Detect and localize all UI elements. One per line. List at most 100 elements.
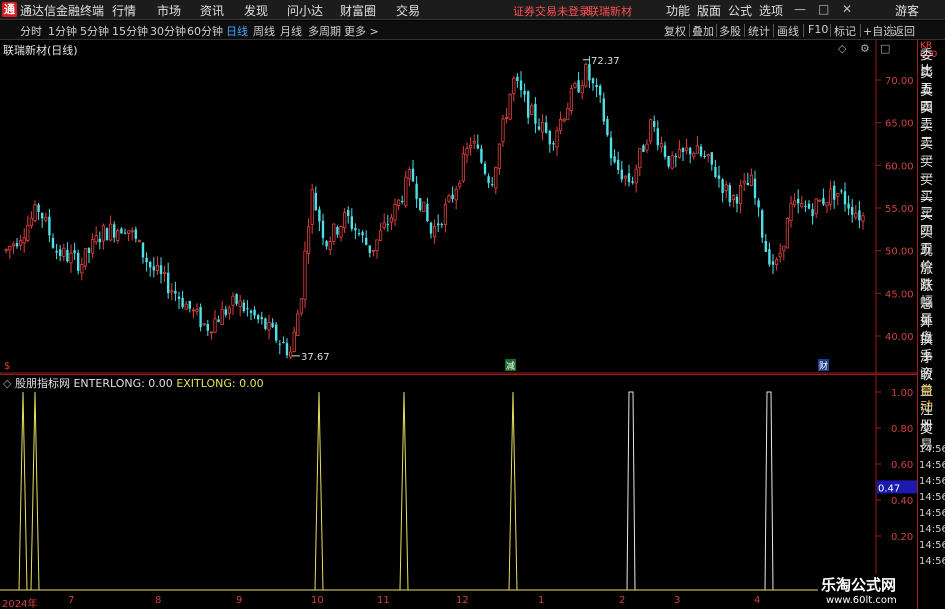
divider (689, 24, 690, 37)
price-label: 70.00 (885, 76, 914, 87)
candle (130, 227, 134, 241)
candle-body (764, 241, 767, 252)
tool-mark[interactable]: 标记 (834, 23, 856, 39)
period-toolbar: 分时 1分钟 5分钟 15分钟 30分钟 60分钟 日线 周线 月线 多周期 更… (0, 21, 945, 40)
candle (177, 291, 181, 310)
candle (217, 315, 220, 323)
period-weekly[interactable]: 周线 (253, 23, 275, 39)
candle-body (55, 250, 58, 253)
candle (667, 155, 670, 169)
candle-body (562, 118, 566, 122)
period-monthly[interactable]: 月线 (280, 23, 302, 39)
user-guest[interactable]: 游客 (895, 2, 919, 19)
period-15min[interactable]: 15分钟 (112, 23, 148, 39)
candle (599, 83, 602, 103)
candle-body (62, 247, 66, 257)
candle (386, 214, 389, 232)
tool-drawline[interactable]: 画线 (777, 23, 799, 39)
candle (213, 309, 217, 334)
tool-overlay[interactable]: 叠加 (692, 23, 714, 39)
candle (267, 314, 271, 340)
maximize-panel-icon[interactable]: □ (880, 42, 890, 55)
candle (659, 136, 664, 153)
menu-market[interactable]: 市场 (157, 2, 181, 19)
candle-body (742, 180, 746, 184)
candle (51, 233, 55, 249)
candle-body (634, 168, 638, 184)
candle-body (818, 199, 822, 202)
candle-body (454, 188, 458, 201)
candle (37, 202, 40, 220)
candle-body (653, 121, 656, 127)
candles-group (4, 55, 865, 360)
candle (527, 90, 530, 125)
settings-diamond-icon[interactable]: ◇ (838, 42, 846, 55)
period-60min[interactable]: 60分钟 (187, 23, 223, 39)
menu-quotes[interactable]: 行情 (112, 2, 136, 19)
tool-stats[interactable]: 统计 (748, 23, 770, 39)
candle (645, 139, 649, 154)
candle (487, 173, 490, 189)
candle-body (793, 200, 797, 206)
tool-f10[interactable]: F10 (808, 23, 828, 36)
candle (649, 118, 653, 145)
watermark-url: www.60lt.com (826, 595, 897, 606)
x-axis-label: 11 (377, 595, 390, 606)
candle-body (342, 212, 347, 229)
candle (275, 321, 278, 344)
candle (797, 189, 800, 214)
candle-body (149, 261, 152, 268)
candle-body (113, 224, 116, 238)
candle (674, 153, 677, 168)
tool-back[interactable]: 返回 (893, 23, 915, 39)
menu-layout[interactable]: 版面 (697, 2, 721, 19)
period-multi[interactable]: 多周期 (308, 23, 341, 39)
period-more[interactable]: 更多 > (344, 23, 379, 39)
candle-body (141, 242, 145, 258)
tool-adjust[interactable]: 复权 (664, 23, 686, 39)
close-icon[interactable]: ✕ (842, 2, 852, 16)
menu-ask[interactable]: 问小达 (287, 2, 323, 19)
indicator-name[interactable]: 股朋指标网 (15, 377, 70, 390)
candle (843, 182, 847, 212)
candle (66, 242, 69, 263)
menu-options[interactable]: 选项 (759, 2, 783, 19)
candle (840, 189, 843, 194)
candlestick-chart[interactable]: 70.00 65.00 60.00 55.00 50.00 45.00 40.00 72.37… (0, 40, 917, 374)
candle (670, 151, 674, 170)
candle (422, 201, 426, 212)
menu-function[interactable]: 功能 (666, 2, 690, 19)
indicator-chart[interactable]: 1.00 0.80 0.60 0.40 0.20 0.47 (0, 374, 917, 595)
period-30min[interactable]: 30分钟 (150, 23, 186, 39)
event-marker-reduce: 减 (506, 360, 515, 372)
login-notice[interactable]: 证券交易未登录 (513, 3, 590, 19)
candle-body (303, 250, 307, 300)
candle-body (321, 220, 325, 238)
candle (591, 77, 595, 91)
candle (141, 242, 145, 264)
candle-body (613, 156, 616, 163)
candle-body (491, 184, 494, 186)
menu-trade[interactable]: 交易 (396, 2, 420, 19)
menu-news[interactable]: 资讯 (200, 2, 224, 19)
minimize-icon[interactable]: — (794, 2, 806, 16)
menu-discover[interactable]: 发现 (244, 2, 268, 19)
period-5min[interactable]: 5分钟 (80, 23, 109, 39)
candle (127, 230, 131, 242)
menu-wealth[interactable]: 财富圈 (340, 2, 376, 19)
candle (497, 143, 502, 175)
candle-body (332, 223, 336, 242)
candle (238, 295, 242, 317)
indicator-toggle-icon[interactable]: ◇ (3, 377, 11, 390)
settings-gear-icon[interactable]: ⚙ (860, 42, 870, 55)
candle (371, 249, 376, 257)
maximize-icon[interactable]: □ (818, 2, 829, 16)
period-intraday[interactable]: 分时 (20, 23, 42, 39)
menu-formula[interactable]: 公式 (728, 2, 752, 19)
candle (73, 242, 76, 260)
candle (246, 300, 249, 317)
period-daily[interactable]: 日线 (226, 23, 248, 39)
indicator-y-label: 1.00 (891, 388, 913, 399)
period-1min[interactable]: 1分钟 (48, 23, 77, 39)
tool-multistock[interactable]: 多股 (719, 23, 741, 39)
